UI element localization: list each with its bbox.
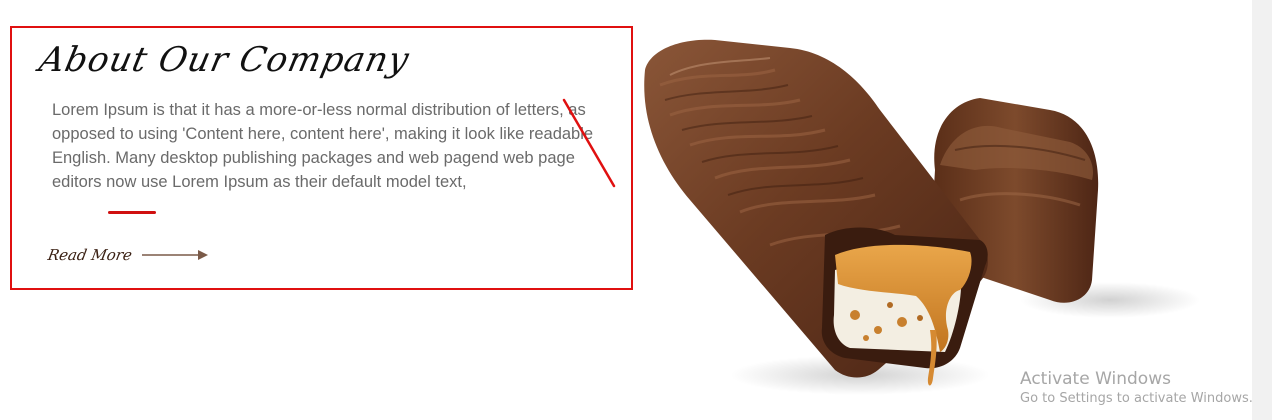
about-description: Lorem Ipsum is that it has a more-or-les… [52, 101, 594, 191]
annotation-underline-mark [108, 211, 156, 214]
read-more-link[interactable]: Read More [46, 246, 208, 264]
watermark-subtitle: Go to Settings to activate Windows. [1020, 391, 1253, 406]
page-scrollbar[interactable] [1252, 0, 1272, 420]
arrow-right-icon [141, 250, 208, 260]
chocolate-bar-image [644, 39, 1200, 395]
read-more-label: Read More [46, 246, 134, 264]
about-section-highlight: About Our Company Lorem Ipsum is that it… [10, 26, 633, 290]
about-title: About Our Company [35, 40, 414, 80]
annotation-slash-mark [562, 98, 616, 188]
windows-activation-watermark: Activate Windows Go to Settings to activ… [1020, 368, 1253, 408]
watermark-title: Activate Windows [1020, 369, 1171, 389]
